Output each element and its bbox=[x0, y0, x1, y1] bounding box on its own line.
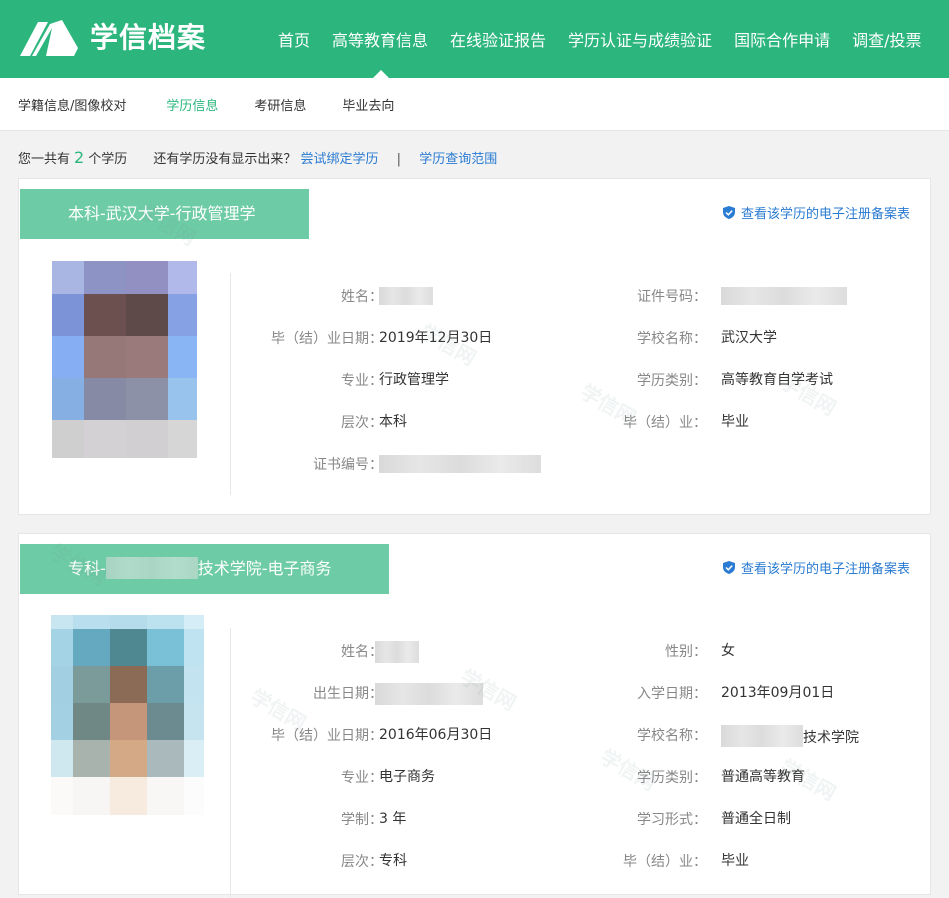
value-major: 电子商务 bbox=[379, 769, 435, 785]
shield-check-icon bbox=[722, 561, 735, 574]
value-name-redacted bbox=[375, 641, 419, 663]
value-cert-redacted bbox=[379, 454, 541, 474]
degree-count: 2 bbox=[74, 148, 85, 167]
nav-online-report[interactable]: 在线验证报告 bbox=[450, 27, 546, 51]
label-major: 专业： bbox=[341, 373, 383, 389]
label-major: 专业： bbox=[341, 770, 383, 786]
value-id-redacted bbox=[721, 286, 847, 306]
value-school: 武汉大学 bbox=[721, 330, 777, 346]
label-gender: 性别： bbox=[665, 644, 707, 660]
register-form-link[interactable]: 查看该学历的电子注册备案表 bbox=[722, 203, 910, 222]
label-school: 学校名称： bbox=[637, 728, 707, 744]
student-photo bbox=[51, 615, 204, 815]
divider-line bbox=[230, 273, 231, 495]
label-birth-date: 出生日期： bbox=[313, 686, 383, 702]
value-level: 专科 bbox=[379, 853, 407, 869]
label-grad-date: 毕（结）业日期： bbox=[271, 331, 383, 347]
student-photo bbox=[52, 261, 197, 458]
nav-international[interactable]: 国际合作申请 bbox=[734, 27, 830, 51]
label-name: 姓名： bbox=[341, 289, 383, 305]
label-duration: 学制： bbox=[341, 812, 383, 828]
value-grad-date: 2019年12月30日 bbox=[379, 330, 493, 346]
summary-line: 您一共有 2 个学历 还有学历没有显示出来？ 尝试绑定学历 | 学历查询范围 bbox=[18, 148, 497, 167]
summary-prefix: 您一共有 bbox=[18, 152, 71, 167]
value-gender: 女 bbox=[721, 643, 735, 659]
degree-card-associate: 专科- 技术学院-电子商务 查看该学历的电子注册备案表 姓名： 出生日期： 毕（结… bbox=[18, 533, 931, 898]
book-logo-icon bbox=[20, 20, 78, 56]
label-enroll-date: 入学日期： bbox=[637, 686, 707, 702]
nav-higher-education[interactable]: 高等教育信息 bbox=[332, 27, 428, 51]
value-birth-redacted bbox=[375, 683, 483, 705]
school-name-redacted bbox=[721, 725, 803, 747]
logo-text: 学信档案 bbox=[90, 21, 207, 54]
value-grad-status: 毕业 bbox=[721, 853, 749, 869]
sub-nav: 学籍信息/图像校对 学历信息 考研信息 毕业去向 bbox=[0, 78, 949, 131]
value-level: 本科 bbox=[379, 414, 407, 430]
value-school: 技术学院 bbox=[721, 725, 859, 747]
label-id-number: 证件号码： bbox=[637, 289, 707, 305]
label-study-form: 学习形式： bbox=[637, 812, 707, 828]
degree-card-bachelor: 本科-武汉大学-行政管理学 查看该学历的电子注册备案表 姓名： 毕（结）业日期：… bbox=[18, 178, 931, 515]
title-prefix: 专科- bbox=[68, 559, 106, 578]
nav-certification[interactable]: 学历认证与成绩验证 bbox=[568, 27, 712, 51]
divider-line bbox=[230, 628, 231, 898]
label-edu-type: 学历类别： bbox=[637, 770, 707, 786]
label-grad-status: 毕（结）业： bbox=[623, 415, 707, 431]
register-form-link[interactable]: 查看该学历的电子注册备案表 bbox=[722, 558, 910, 577]
summary-separator: | bbox=[396, 152, 402, 167]
title-suffix: 技术学院-电子商务 bbox=[197, 559, 332, 578]
subnav-postgrad-info[interactable]: 考研信息 bbox=[254, 95, 306, 114]
shield-check-icon bbox=[722, 206, 735, 219]
logo[interactable]: 学信档案 bbox=[18, 18, 206, 58]
value-study-form: 普通全日制 bbox=[721, 811, 791, 827]
value-major: 行政管理学 bbox=[379, 372, 449, 388]
degree-title-tag: 本科-武汉大学-行政管理学 bbox=[20, 189, 309, 239]
label-grad-status: 毕（结）业： bbox=[623, 854, 707, 870]
bind-degree-link[interactable]: 尝试绑定学历 bbox=[301, 152, 379, 167]
value-grad-date: 2016年06月30日 bbox=[379, 727, 493, 743]
main-nav: 首页 高等教育信息 在线验证报告 学历认证与成绩验证 国际合作申请 调查/投票 bbox=[278, 0, 943, 78]
subnav-graduation-destination[interactable]: 毕业去向 bbox=[342, 95, 394, 114]
label-grad-date: 毕（结）业日期： bbox=[271, 728, 383, 744]
register-link-text: 查看该学历的电子注册备案表 bbox=[740, 562, 910, 577]
value-edu-type: 高等教育自学考试 bbox=[721, 372, 833, 388]
nav-home[interactable]: 首页 bbox=[278, 27, 310, 51]
subnav-enrollment-info[interactable]: 学籍信息/图像校对 bbox=[18, 95, 126, 114]
value-name-redacted bbox=[379, 286, 433, 306]
value-duration: 3 年 bbox=[379, 811, 407, 827]
value-enroll-date: 2013年09月01日 bbox=[721, 685, 835, 701]
label-level: 层次： bbox=[341, 415, 383, 431]
value-edu-type: 普通高等教育 bbox=[721, 769, 805, 785]
top-header: 学信档案 首页 高等教育信息 在线验证报告 学历认证与成绩验证 国际合作申请 调… bbox=[0, 0, 949, 79]
title-school-redacted bbox=[105, 557, 198, 579]
register-link-text: 查看该学历的电子注册备案表 bbox=[740, 207, 910, 222]
degree-title-tag: 专科- 技术学院-电子商务 bbox=[20, 544, 389, 594]
value-school-suffix: 技术学院 bbox=[803, 730, 859, 746]
summary-suffix: 个学历 bbox=[88, 152, 128, 167]
label-edu-type: 学历类别： bbox=[637, 373, 707, 389]
value-grad-status: 毕业 bbox=[721, 414, 749, 430]
label-cert-no: 证书编号： bbox=[313, 457, 383, 473]
subnav-degree-info[interactable]: 学历信息 bbox=[166, 95, 218, 114]
summary-question: 还有学历没有显示出来？ bbox=[153, 152, 297, 167]
label-level: 层次： bbox=[341, 854, 383, 870]
label-school: 学校名称： bbox=[637, 331, 707, 347]
nav-survey[interactable]: 调查/投票 bbox=[852, 27, 921, 51]
query-range-link[interactable]: 学历查询范围 bbox=[419, 152, 497, 167]
